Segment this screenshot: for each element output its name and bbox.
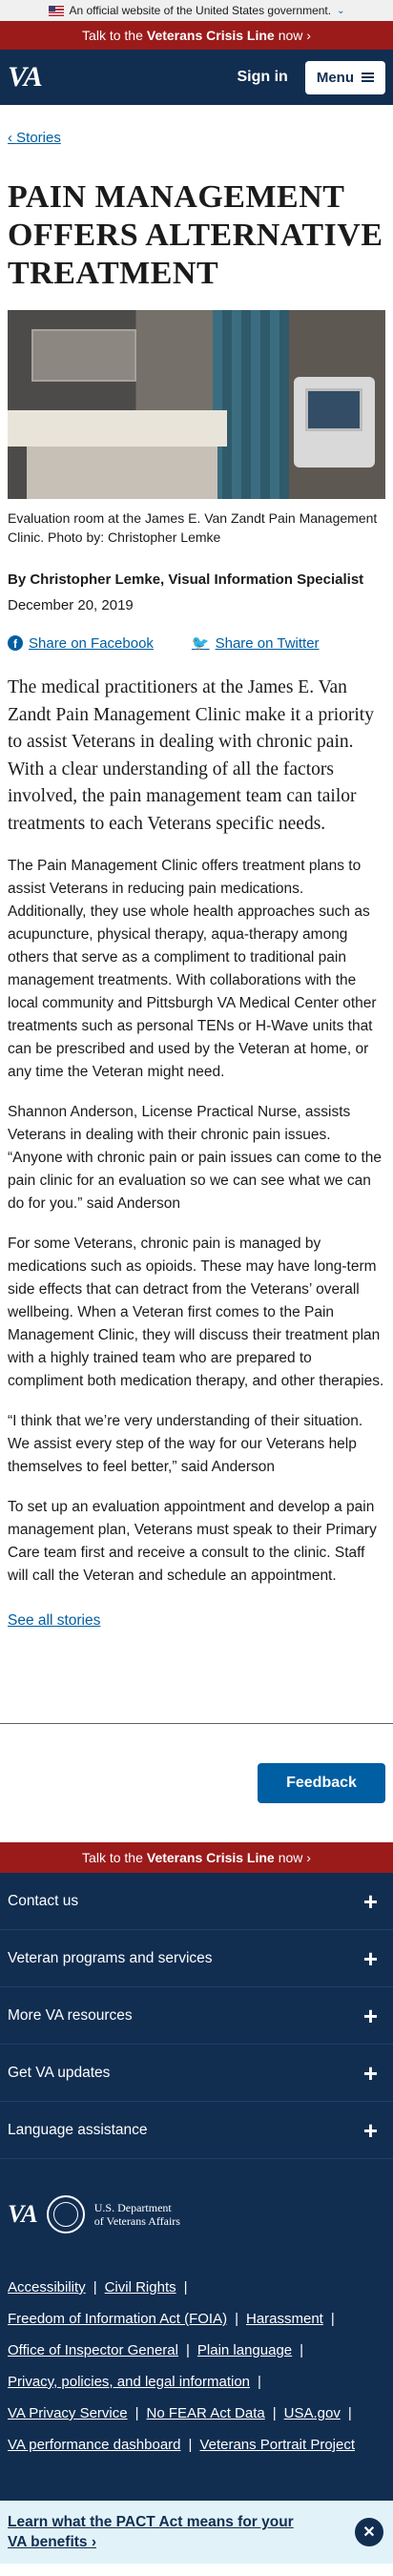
photo-caption: Evaluation room at the James E. Van Zand…: [8, 510, 378, 545]
menu-label: Menu: [316, 69, 354, 86]
harassment-link[interactable]: Harassment: [246, 2311, 323, 2327]
page-title: PAIN MANAGEMENT OFFERS ALTERNATIVE TREAT…: [8, 179, 383, 291]
footer-accordion-language[interactable]: Language assistance +: [0, 2102, 393, 2159]
footer-accordion-contact-us[interactable]: Contact us +: [0, 1873, 393, 1930]
crisis-post-text: now ›: [278, 28, 311, 43]
facebook-icon: f: [8, 635, 23, 651]
crisis-post-text: now ›: [278, 1850, 311, 1865]
article-paragraph: Shannon Anderson, License Practical Nurs…: [8, 1104, 383, 1212]
footer-accordion-resources[interactable]: More VA resources +: [0, 1987, 393, 2045]
article-date: December 20, 2019: [8, 597, 134, 613]
plus-icon: +: [362, 1886, 378, 1916]
dept-line-1: U.S. Department: [93, 2201, 172, 2214]
close-icon[interactable]: ✕: [355, 2518, 383, 2546]
foia-link[interactable]: Freedom of Information Act (FOIA): [8, 2311, 227, 2327]
site-header: VA Sign in Menu: [0, 50, 393, 105]
performance-dashboard-link[interactable]: VA performance dashboard: [8, 2437, 181, 2453]
footer-va-logo[interactable]: VA: [8, 2200, 38, 2229]
accordion-label: More VA resources: [8, 2006, 133, 2024]
share-facebook-link[interactable]: f Share on Facebook: [8, 634, 154, 652]
accordion-label: Get VA updates: [8, 2064, 111, 2081]
plus-icon: +: [362, 2001, 378, 2030]
share-links: f Share on Facebook 🐦 Share on Twitter: [8, 634, 385, 652]
crisis-line-name: Veterans Crisis Line: [146, 28, 275, 43]
hamburger-icon: [362, 73, 374, 82]
article-lead: The medical practitioners at the James E…: [8, 677, 374, 834]
plus-icon: +: [362, 2115, 378, 2145]
article-paragraph: To set up an evaluation appointment and …: [8, 1499, 377, 1584]
pact-act-link[interactable]: Learn what the PACT Act means for your V…: [8, 2512, 303, 2552]
feedback-button[interactable]: Feedback: [258, 1763, 385, 1803]
accordion-label: Contact us: [8, 1892, 79, 1909]
crisis-line-banner-top[interactable]: Talk to the Veterans Crisis Line now ›: [0, 21, 393, 50]
plus-icon: +: [362, 2058, 378, 2088]
va-logo[interactable]: VA: [8, 61, 43, 93]
header-actions: Sign in Menu: [238, 60, 385, 94]
plus-icon: +: [362, 1943, 378, 1973]
footer-accordion-updates[interactable]: Get VA updates +: [0, 2045, 393, 2102]
twitter-icon: 🐦: [191, 635, 210, 652]
menu-button[interactable]: Menu: [304, 60, 385, 94]
accordion-label: Language assistance: [8, 2121, 148, 2138]
article-byline: By Christopher Lemke, Visual Information…: [8, 571, 364, 588]
article-paragraph: “I think that we’re very understanding o…: [8, 1413, 363, 1475]
footer-accordion-programs[interactable]: Veteran programs and services +: [0, 1930, 393, 1987]
oig-link[interactable]: Office of Inspector General: [8, 2342, 178, 2358]
privacy-policies-link[interactable]: Privacy, policies, and legal information: [8, 2374, 250, 2390]
pact-act-banner: Learn what the PACT Act means for your V…: [0, 2501, 393, 2564]
official-site-text: An official website of the United States…: [69, 4, 332, 17]
article-photo: [8, 310, 385, 499]
share-twitter-label: Share on Twitter: [215, 634, 320, 652]
article-paragraph: For some Veterans, chronic pain is manag…: [8, 1236, 384, 1389]
breadcrumb-stories-link[interactable]: ‹ Stories: [8, 130, 61, 146]
footer-links: Accessibility | Civil Rights | Freedom of I…: [8, 2279, 355, 2453]
accordion-label: Veteran programs and services: [8, 1949, 213, 1966]
site-footer: Contact us + Veteran programs and servic…: [0, 1873, 393, 2501]
crisis-line-name: Veterans Crisis Line: [146, 1850, 275, 1865]
footer-logos: VA U.S. Department of Veterans Affairs: [0, 2159, 393, 2233]
us-flag-icon: [48, 5, 64, 16]
va-seal-icon: [46, 2195, 85, 2233]
share-twitter-link[interactable]: 🐦 Share on Twitter: [191, 634, 320, 653]
crisis-pre-text: Talk to the: [82, 28, 143, 43]
main-content: ‹ Stories PAIN MANAGEMENT OFFERS ALTERNA…: [0, 130, 393, 1630]
breadcrumb: ‹ Stories: [8, 130, 385, 146]
dept-line-2: of Veterans Affairs: [93, 2214, 180, 2228]
feedback-area: Feedback: [0, 1724, 393, 1842]
plain-language-link[interactable]: Plain language: [197, 2342, 292, 2358]
article-paragraph: The Pain Management Clinic offers treatm…: [8, 858, 377, 1080]
crisis-line-banner-bottom[interactable]: Talk to the Veterans Crisis Line now ›: [0, 1842, 393, 1873]
chevron-left-icon: ‹: [8, 130, 12, 146]
portrait-project-link[interactable]: Veterans Portrait Project: [199, 2437, 355, 2453]
department-name: U.S. Department of Veterans Affairs: [94, 2201, 180, 2228]
official-site-banner[interactable]: An official website of the United States…: [0, 0, 393, 21]
sign-in-link[interactable]: Sign in: [238, 69, 288, 86]
breadcrumb-label: Stories: [16, 130, 61, 146]
accessibility-link[interactable]: Accessibility: [8, 2279, 86, 2296]
chevron-down-icon: ⌄: [337, 5, 345, 16]
usa-gov-link[interactable]: USA.gov: [284, 2405, 341, 2421]
civil-rights-link[interactable]: Civil Rights: [105, 2279, 176, 2296]
crisis-pre-text: Talk to the: [82, 1850, 143, 1865]
see-all-stories-link[interactable]: See all stories: [8, 1612, 385, 1630]
no-fear-act-link[interactable]: No FEAR Act Data: [147, 2405, 265, 2421]
share-facebook-label: Share on Facebook: [29, 634, 154, 652]
va-privacy-service-link[interactable]: VA Privacy Service: [8, 2405, 128, 2421]
